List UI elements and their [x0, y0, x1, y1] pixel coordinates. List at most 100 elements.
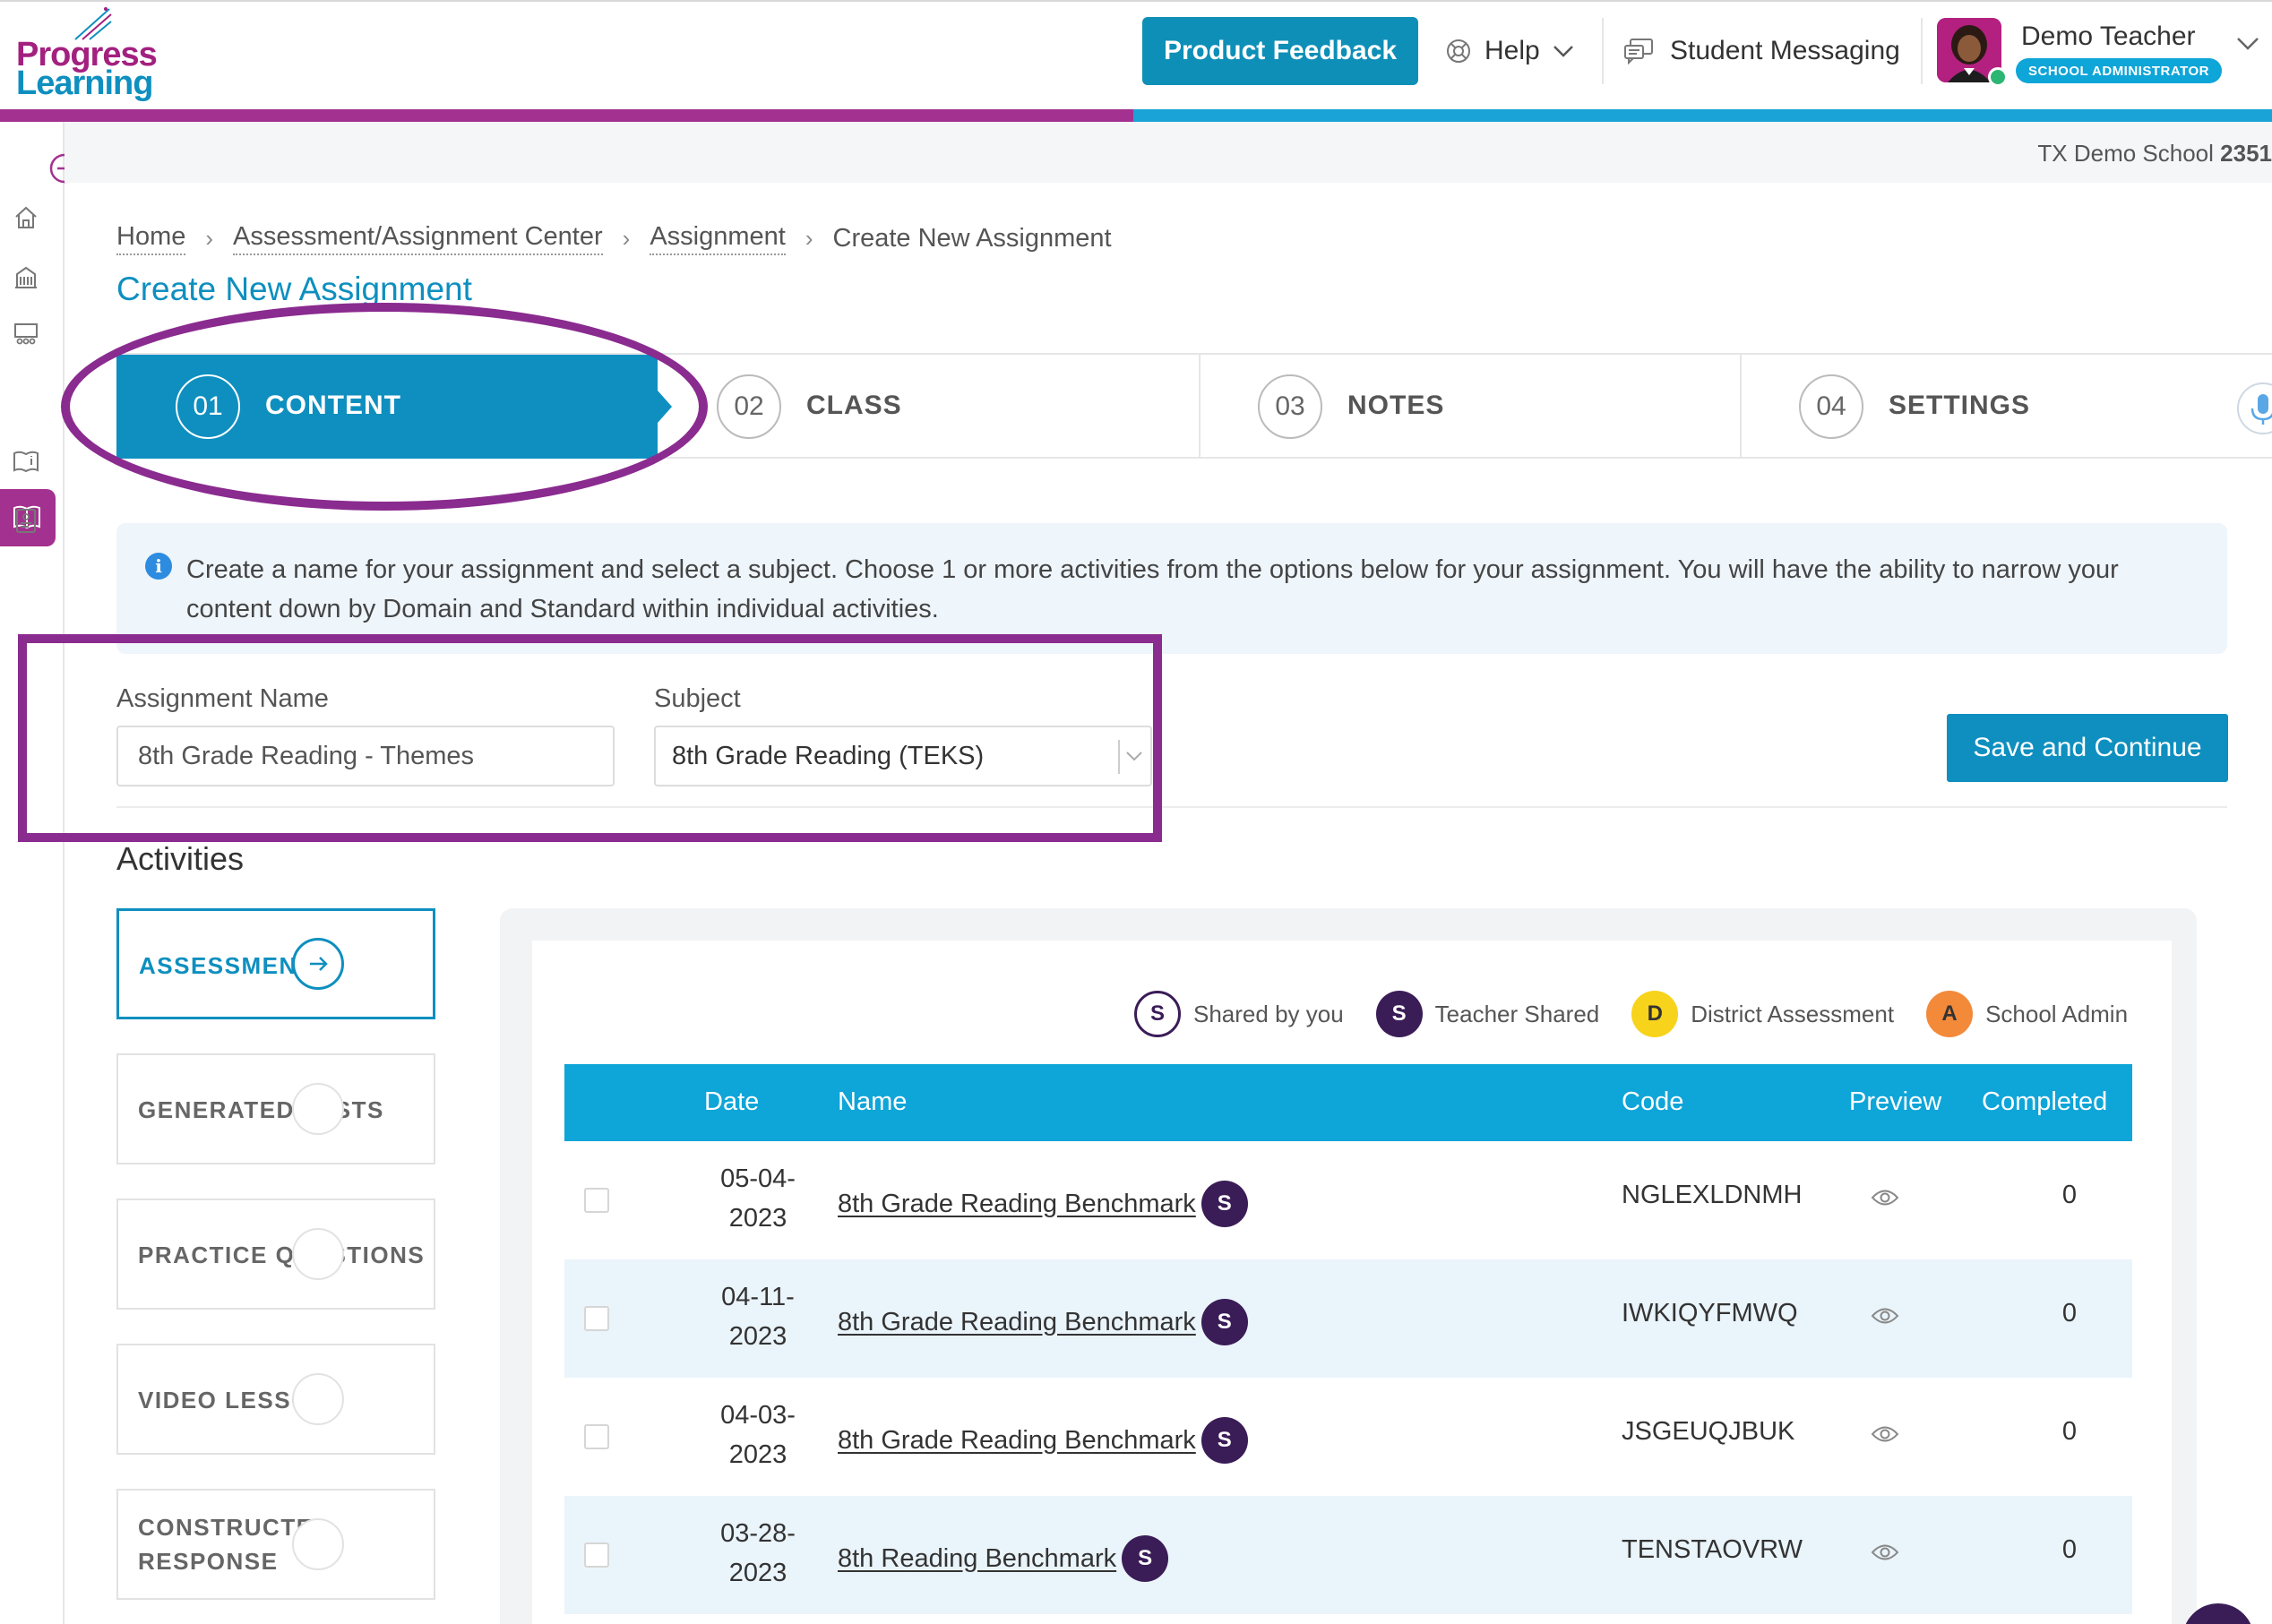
activity-label: ASSESSMENT	[139, 952, 314, 979]
info-icon: i	[145, 553, 172, 580]
row-code: JSGEUQJBUK	[1622, 1417, 1795, 1446]
school-bar	[65, 122, 2272, 183]
column-completed[interactable]: Completed	[1982, 1087, 2107, 1117]
step-settings[interactable]: SETTINGS	[1889, 391, 2030, 421]
activity-select-circle[interactable]	[292, 1228, 344, 1280]
row-code: IWKIQYFMWQ	[1622, 1299, 1798, 1328]
classroom-icon[interactable]	[13, 321, 39, 348]
assessment-link[interactable]: 8th Grade Reading Benchmark	[838, 1308, 1196, 1337]
assessment-link[interactable]: 8th Grade Reading Benchmark	[838, 1426, 1196, 1456]
chevron-down-icon[interactable]	[2236, 36, 2259, 52]
eye-icon[interactable]	[1871, 1188, 1899, 1207]
step-number: 03	[1258, 374, 1322, 439]
legend-badge: D	[1631, 991, 1679, 1037]
legend-label: Teacher Shared	[1434, 1000, 1600, 1027]
activity-constructed-response[interactable]: CONSTRUCTED RESPONSE	[116, 1489, 435, 1600]
brand-bar-magenta	[0, 109, 1133, 122]
row-date-line2: 2023	[728, 1322, 787, 1351]
legend-school-admin: A School Admin	[1926, 991, 2128, 1037]
eye-icon[interactable]	[1871, 1542, 1899, 1562]
table-row: 04-11- 2023 8th Grade Reading Benchmark …	[564, 1259, 2132, 1378]
breadcrumb-home[interactable]: Home	[116, 222, 186, 255]
row-date: 03-28- 2023	[681, 1514, 835, 1593]
row-code: NGLEXLDNMH	[1622, 1181, 1803, 1209]
brand-bar-blue	[1133, 109, 2272, 122]
school-name-text: TX Demo School	[2037, 140, 2214, 167]
activity-practice-questions[interactable]: PRACTICE QUESTIONS	[116, 1199, 435, 1310]
home-icon[interactable]	[13, 204, 39, 231]
row-name: 8th Grade Reading Benchmark S	[838, 1299, 1248, 1345]
step-number: 02	[717, 374, 781, 439]
activity-label: GENERATED TESTS	[138, 1096, 384, 1123]
microphone-icon[interactable]	[2236, 382, 2272, 435]
row-checkbox[interactable]	[584, 1424, 609, 1449]
activity-assessment[interactable]: ASSESSMENT	[116, 908, 435, 1019]
highlight-ellipse-annotation	[61, 303, 708, 511]
report-icon[interactable]	[13, 507, 39, 534]
activity-select-circle[interactable]	[292, 1373, 344, 1425]
step-class[interactable]: CLASS	[806, 391, 902, 421]
row-completed: 0	[2061, 1535, 2078, 1564]
activity-select-circle[interactable]	[292, 1083, 344, 1135]
help-menu[interactable]: Help	[1445, 29, 1574, 73]
column-date[interactable]: Date	[704, 1087, 759, 1117]
row-name: 8th Grade Reading Benchmark S	[838, 1417, 1248, 1464]
row-date: 04-11- 2023	[681, 1277, 835, 1356]
student-messaging-link[interactable]: Student Messaging	[1623, 29, 1900, 73]
user-name[interactable]: Demo Teacher	[2021, 21, 2196, 52]
book-info-icon[interactable]	[13, 448, 39, 475]
row-date: 05-04- 2023	[681, 1159, 835, 1238]
row-completed: 0	[2061, 1417, 2078, 1446]
column-code[interactable]: Code	[1622, 1087, 1683, 1117]
highlight-rect-annotation	[18, 634, 1162, 842]
logo-text-learning[interactable]: Learning	[16, 64, 153, 103]
column-preview: Preview	[1849, 1087, 1942, 1116]
online-status-dot	[1988, 67, 2008, 87]
chevron-right-icon: ›	[805, 225, 813, 252]
table-row: 03-28- 2023 8th Reading Benchmark S TENS…	[564, 1496, 2132, 1614]
row-date-line1: 05-04-	[720, 1164, 796, 1193]
row-checkbox[interactable]	[584, 1306, 609, 1331]
product-feedback-button[interactable]: Product Feedback	[1142, 17, 1418, 85]
save-and-continue-button[interactable]: Save and Continue	[1947, 714, 2228, 782]
arrow-right-glyph	[310, 957, 328, 971]
step-notes[interactable]: NOTES	[1347, 391, 1444, 421]
assessment-link[interactable]: 8th Reading Benchmark	[838, 1544, 1116, 1574]
help-label: Help	[1485, 36, 1540, 65]
row-code: TENSTAOVRW	[1622, 1535, 1803, 1564]
row-completed: 0	[2061, 1299, 2078, 1328]
arrow-right-icon[interactable]	[292, 938, 344, 990]
row-date-line2: 2023	[728, 1440, 787, 1469]
school-name: TX Demo School 2351	[2037, 140, 2272, 168]
shared-badge: S	[1201, 1299, 1248, 1345]
eye-icon[interactable]	[1871, 1424, 1899, 1444]
breadcrumb: Home › Assessment/Assignment Center › As…	[116, 222, 1112, 255]
row-date: 04-03- 2023	[681, 1396, 835, 1474]
header-divider	[1921, 18, 1923, 84]
activity-generated-tests[interactable]: GENERATED TESTS	[116, 1053, 435, 1164]
legend-label: School Admin	[1985, 1000, 2129, 1027]
breadcrumb-assessment-center[interactable]: Assessment/Assignment Center	[233, 222, 603, 255]
row-date-line2: 2023	[728, 1204, 787, 1233]
legend-badge: S	[1134, 991, 1181, 1037]
legend-teacher-shared: S Teacher Shared	[1375, 991, 1600, 1037]
building-icon[interactable]	[13, 263, 39, 290]
activity-select-circle[interactable]	[292, 1518, 344, 1570]
shared-badge: S	[1122, 1535, 1169, 1582]
step-divider	[1199, 355, 1201, 459]
chevron-right-icon: ›	[205, 225, 214, 252]
legend-badge: A	[1926, 991, 1974, 1037]
activity-video-lesson[interactable]: VIDEO LESSON	[116, 1344, 435, 1455]
assessment-link[interactable]: 8th Grade Reading Benchmark	[838, 1190, 1196, 1219]
school-number: 2351	[2220, 140, 2272, 167]
shared-badge: S	[1201, 1181, 1248, 1227]
eye-icon[interactable]	[1871, 1306, 1899, 1326]
step-divider	[1740, 355, 1742, 459]
row-checkbox[interactable]	[584, 1188, 609, 1213]
top-header: Progress Learning Product Feedback Help …	[0, 0, 2272, 109]
row-checkbox[interactable]	[584, 1542, 609, 1568]
column-name[interactable]: Name	[838, 1087, 907, 1117]
table-row: 04-03- 2023 8th Grade Reading Benchmark …	[564, 1378, 2132, 1496]
row-completed: 0	[2061, 1181, 2078, 1209]
breadcrumb-assignment[interactable]: Assignment	[650, 222, 786, 255]
